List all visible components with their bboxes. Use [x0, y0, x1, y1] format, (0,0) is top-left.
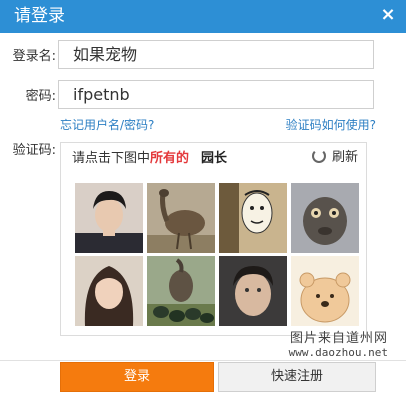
footer-divider [0, 360, 406, 361]
captcha-refresh-button[interactable]: 刷新 [311, 149, 358, 167]
captcha-refresh-label: 刷新 [331, 150, 358, 165]
meme-face-image [219, 183, 287, 253]
emu-closeup-image [291, 183, 359, 253]
captcha-instruction-prefix: 请点击下图中 [72, 151, 151, 166]
username-label: 登录名: [12, 49, 56, 64]
captcha-instruction: 请点击下图中所有的 园长 [72, 150, 227, 168]
captcha-tile-emu[interactable] [147, 183, 215, 253]
captcha-tile-man-face[interactable] [219, 256, 287, 326]
captcha-help-link[interactable]: 验证码如何使用? [286, 117, 376, 133]
woman-portrait-image [75, 256, 143, 326]
captcha-panel: 请点击下图中所有的 园长 刷新 [60, 142, 367, 336]
captcha-tile-emu-closeup[interactable] [291, 183, 359, 253]
password-input[interactable]: ifpetnb [58, 80, 374, 109]
captcha-tile-woman-portrait[interactable] [75, 256, 143, 326]
forgot-credentials-link[interactable]: 忘记用户名/密码? [60, 117, 154, 133]
captcha-target-word: 园长 [201, 151, 228, 166]
cartoon-bear-image [291, 256, 359, 326]
password-label: 密码: [25, 89, 56, 104]
emu-image [147, 183, 215, 253]
man-portrait-image [75, 183, 143, 253]
watermark-line-1: 图片来自道州网 [289, 331, 388, 346]
quick-register-button[interactable]: 快速注册 [218, 362, 376, 392]
refresh-icon [311, 149, 326, 163]
dialog-title: 请登录 [14, 6, 65, 26]
captcha-instruction-emphasis: 所有的 [150, 151, 190, 166]
close-icon[interactable]: × [378, 5, 398, 25]
login-button[interactable]: 登录 [60, 362, 214, 392]
watermark: 图片来自道州网 www.daozhou.net [289, 331, 388, 359]
captcha-tile-emu-eggs[interactable] [147, 256, 215, 326]
captcha-label: 验证码: [12, 143, 56, 158]
emu-eggs-image [147, 256, 215, 326]
captcha-tile-meme-face[interactable] [219, 183, 287, 253]
man-face-image [219, 256, 287, 326]
username-input[interactable]: 如果宠物 [58, 40, 374, 69]
captcha-tile-man-portrait[interactable] [75, 183, 143, 253]
dialog-title-bar: 请登录 × [0, 0, 406, 33]
watermark-line-2: www.daozhou.net [288, 346, 388, 359]
captcha-tile-cartoon-bear[interactable] [291, 256, 359, 326]
